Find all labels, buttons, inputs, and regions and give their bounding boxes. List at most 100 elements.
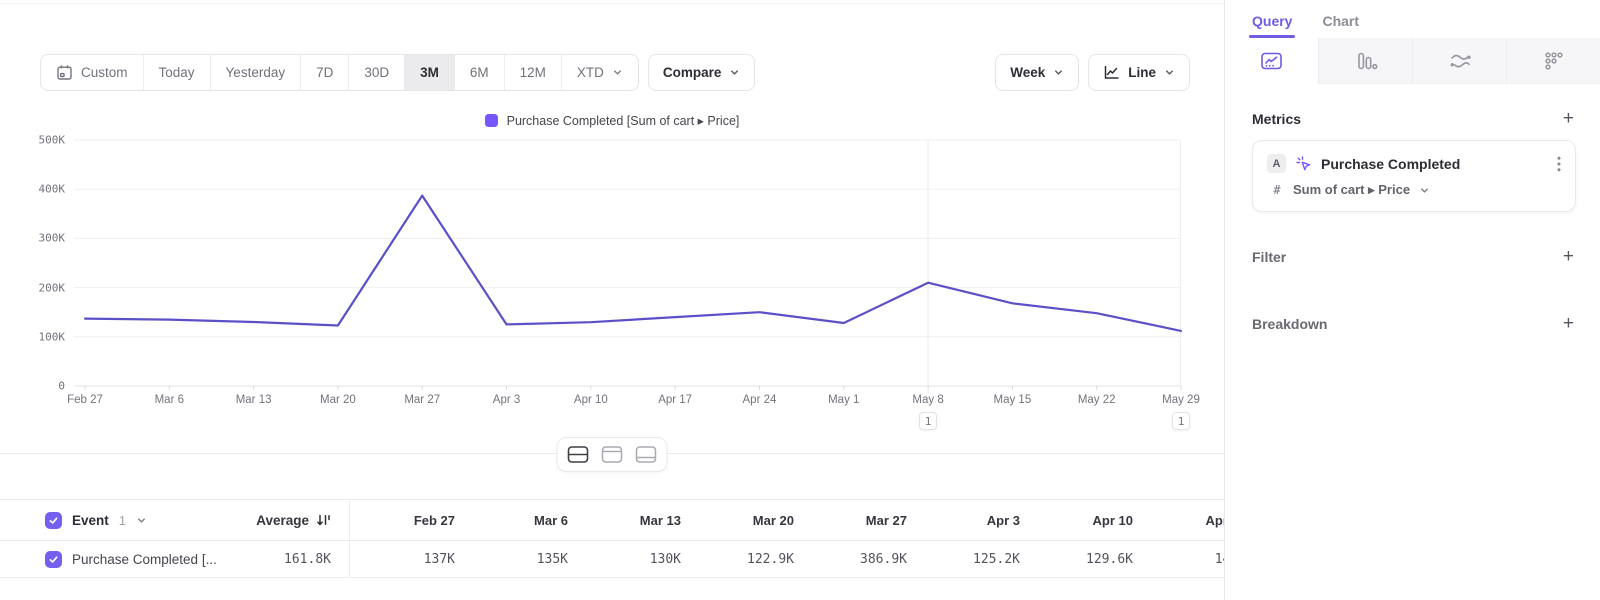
add-metric-button[interactable]: +: [1563, 112, 1576, 126]
range-option-label: 30D: [364, 65, 389, 80]
chart-type-tab-grid[interactable]: [1506, 38, 1600, 84]
table-row[interactable]: Purchase Completed [... 161.8K 137K135K1…: [0, 541, 1224, 578]
range-option-yesterday[interactable]: Yesterday: [211, 55, 302, 90]
metrics-section-header: Metrics +: [1252, 111, 1576, 127]
line-chart: 500K400K300K200K100K0Feb 27Mar 6Mar 13Ma…: [74, 140, 1181, 386]
main-area: Custom Today Yesterday 7D 30D 3M 6M 12M XTD Comp…: [0, 0, 1224, 600]
cell-value: 137K: [350, 552, 463, 567]
interval-button[interactable]: Week: [995, 54, 1079, 91]
layout-chart-only-button[interactable]: [597, 442, 628, 467]
cell-value: 125.2K: [915, 552, 1028, 567]
range-option-7d[interactable]: 7D: [301, 55, 349, 90]
metric-event-name: Purchase Completed: [1321, 156, 1460, 172]
y-axis-label: 300K: [39, 232, 66, 245]
table-row-values: 137K135K130K122.9K386.9K125.2K129.6K140K: [350, 552, 1224, 567]
average-column-label: Average: [256, 513, 309, 528]
tab-query[interactable]: Query: [1252, 13, 1292, 38]
compare-button[interactable]: Compare: [648, 54, 756, 91]
event-count: 1: [119, 513, 126, 528]
range-option-12m[interactable]: 12M: [505, 55, 562, 90]
insights-report: Custom Today Yesterday 7D 30D 3M 6M 12M XTD Comp…: [0, 0, 1600, 600]
chart-style-button[interactable]: Line: [1088, 54, 1190, 91]
calendar-icon: [56, 64, 73, 81]
y-axis-label: 0: [58, 380, 65, 393]
x-axis-label: May 15: [991, 394, 1035, 406]
sort-descending-icon: [316, 513, 331, 527]
chart-type-tab-insights[interactable]: [1225, 38, 1318, 84]
range-option-3m[interactable]: 3M: [405, 55, 455, 90]
chevron-down-icon: [1164, 67, 1175, 78]
range-option-6m[interactable]: 6M: [455, 55, 505, 90]
x-axis-label: Mar 27: [401, 394, 443, 406]
column-header: Apr 3: [915, 513, 1028, 528]
range-option-label: Today: [159, 65, 195, 80]
chart-type-tab-bar[interactable]: [1318, 38, 1412, 84]
column-header: Mar 27: [802, 513, 915, 528]
average-sort-button[interactable]: Average: [256, 513, 331, 528]
y-axis-label: 200K: [39, 281, 66, 294]
column-header: Mar 20: [689, 513, 802, 528]
query-panel: Query Chart Metrics + A: [1224, 0, 1600, 600]
split-view-icon: [568, 446, 589, 463]
interval-label: Week: [1010, 65, 1045, 80]
range-option-30d[interactable]: 30D: [349, 55, 405, 90]
range-option-label: 6M: [470, 65, 489, 80]
row-average-value: 161.8K: [284, 552, 331, 567]
breakdown-section-header: Breakdown +: [1252, 316, 1576, 332]
legend-series-label: Purchase Completed [Sum of cart ▸ Price]: [507, 113, 740, 128]
bar-chart-icon: [1354, 51, 1378, 71]
column-header: Feb 27: [350, 513, 463, 528]
table-date-columns: Feb 27Mar 6Mar 13Mar 20Mar 27Apr 3Apr 10…: [350, 513, 1224, 528]
results-table: Event 1 Average Feb 27Mar 6Mar 13Mar 20M…: [0, 499, 1224, 578]
cell-value: 130K: [576, 552, 689, 567]
chart-type-tab-flow[interactable]: [1412, 38, 1506, 84]
range-option-label: 3M: [420, 65, 439, 80]
annotation-badge[interactable]: 1: [1172, 412, 1190, 430]
toolbar: Custom Today Yesterday 7D 30D 3M 6M 12M XTD Comp…: [40, 54, 1190, 91]
range-option-today[interactable]: Today: [144, 55, 211, 90]
metric-card[interactable]: A Purchase Completed # Sum of cart ▸ Pri…: [1252, 140, 1576, 212]
aggregation-selector[interactable]: # Sum of cart ▸ Price: [1267, 182, 1561, 198]
layout-table-only-button[interactable]: [631, 442, 662, 467]
x-axis-label: May 1: [825, 394, 862, 406]
check-icon: [48, 515, 59, 526]
range-option-label: 12M: [520, 65, 546, 80]
panel-tabs: Query Chart: [1225, 0, 1600, 38]
table-only-icon: [636, 446, 657, 463]
line-chart-icon: [1103, 64, 1120, 81]
layout-chart-and-table-button[interactable]: [563, 442, 594, 467]
event-click-icon: [1295, 155, 1312, 172]
breakdown-title: Breakdown: [1252, 316, 1327, 332]
filter-title: Filter: [1252, 249, 1286, 265]
legend-swatch: [485, 114, 498, 127]
cell-value: 129.6K: [1028, 552, 1141, 567]
annotation-badge[interactable]: 1: [919, 412, 937, 430]
date-range-group: Custom Today Yesterday 7D 30D 3M 6M 12M XTD: [40, 54, 639, 91]
row-checkbox[interactable]: [45, 551, 62, 568]
x-axis-label: Apr 3: [490, 394, 524, 406]
tab-chart[interactable]: Chart: [1322, 13, 1359, 38]
add-filter-button[interactable]: +: [1563, 250, 1576, 264]
column-header: Apr 17: [1141, 513, 1224, 528]
kebab-menu-icon: [1557, 156, 1561, 172]
chart-legend[interactable]: Purchase Completed [Sum of cart ▸ Price]: [0, 113, 1224, 128]
x-axis-label: Mar 6: [152, 394, 187, 406]
select-all-checkbox[interactable]: [45, 512, 62, 529]
chevron-down-icon: [1053, 67, 1064, 78]
range-option-label: Yesterday: [226, 65, 286, 80]
metric-options-button[interactable]: [1557, 156, 1561, 172]
add-breakdown-button[interactable]: +: [1563, 317, 1576, 331]
x-axis-label: Apr 24: [740, 394, 780, 406]
range-option-custom[interactable]: Custom: [41, 55, 144, 90]
y-axis-label: 100K: [39, 330, 66, 343]
chevron-down-icon[interactable]: [136, 515, 147, 526]
chart-only-icon: [602, 446, 623, 463]
range-option-label: Custom: [81, 65, 128, 80]
insights-line-icon: [1260, 51, 1283, 71]
layout-switcher: [557, 437, 668, 472]
metric-card-row1: A Purchase Completed: [1267, 154, 1561, 173]
number-type-icon: #: [1270, 183, 1284, 197]
chevron-down-icon: [612, 67, 623, 78]
range-option-xtd[interactable]: XTD: [562, 55, 638, 90]
y-axis-label: 400K: [39, 183, 66, 196]
